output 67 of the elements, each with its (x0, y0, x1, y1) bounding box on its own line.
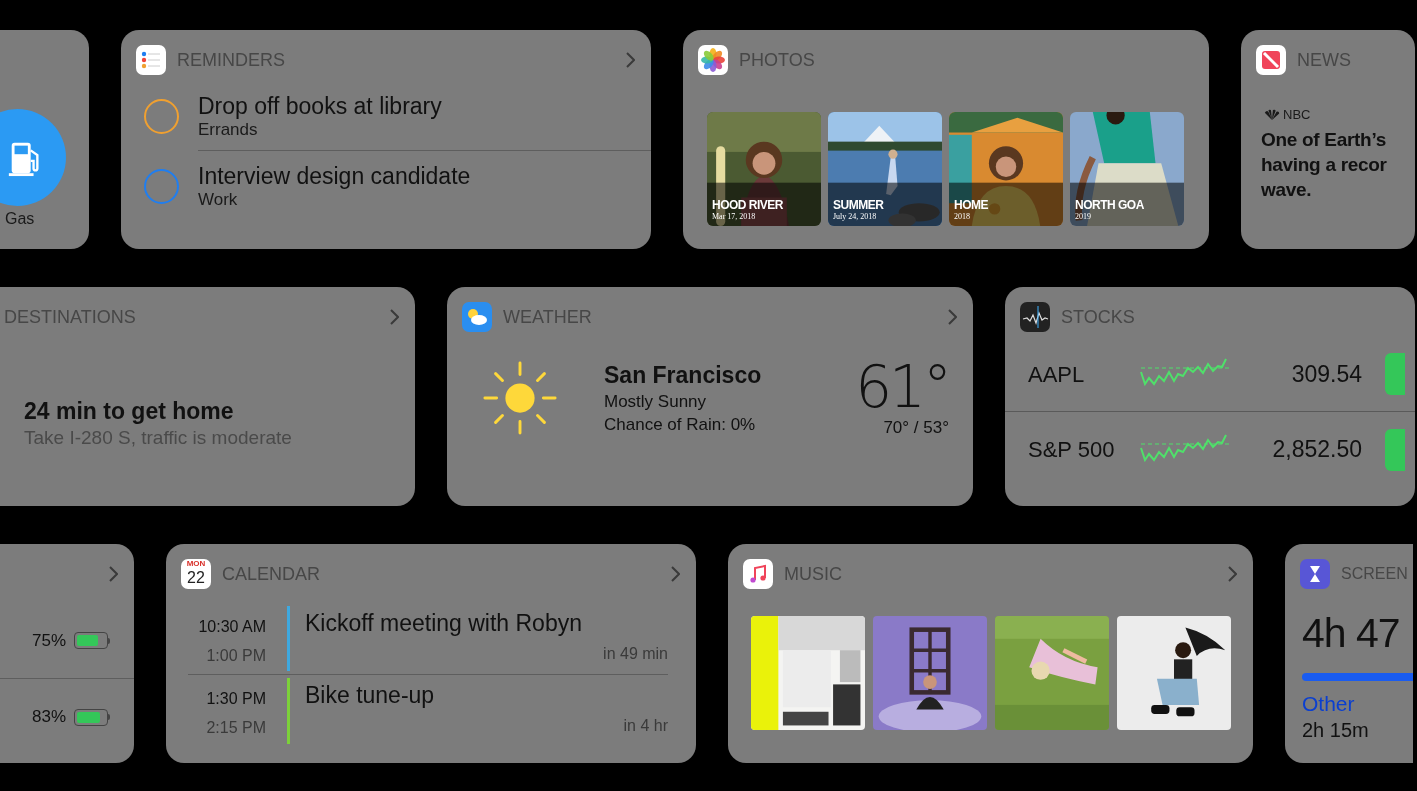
photo-tile[interactable]: SUMMER July 24, 2018 (828, 112, 942, 226)
event-relative-time: in 49 min (603, 644, 668, 664)
reminder-checkbox[interactable] (144, 168, 179, 204)
photo-tile[interactable]: HOME 2018 (949, 112, 1063, 226)
chevron-icon (1227, 566, 1237, 582)
stock-price: 2,852.50 (1271, 435, 1362, 465)
stock-price: 309.54 (1290, 359, 1362, 389)
news-headline: wave. (1261, 177, 1313, 202)
reminder-checkbox[interactable] (144, 98, 179, 134)
event-end-time: 1:00 PM (206, 646, 266, 666)
calendar-icon-day: MON (186, 559, 206, 568)
peacock-icon (1263, 109, 1281, 121)
battery-percent: 83% (31, 706, 66, 729)
chevron-icon (625, 52, 635, 68)
chevron-icon (670, 566, 680, 582)
stocks-app-icon (1020, 302, 1050, 332)
photos-app-icon (698, 45, 728, 75)
photo-caption: HOOD RIVER (712, 198, 783, 212)
battery-icon (74, 632, 108, 649)
category-label: Other (1302, 691, 1356, 717)
photo-date: July 24, 2018 (833, 212, 878, 222)
calendar-icon-date: 22 (187, 568, 205, 587)
music-app-icon (743, 559, 773, 589)
photo-caption: NORTH GOA (1075, 198, 1144, 212)
event-end-time: 2:15 PM (206, 718, 266, 738)
event-title: Bike tune-up (305, 681, 436, 710)
photo-tile[interactable]: NORTH GOA 2019 (1070, 112, 1184, 226)
temperature: 61° (855, 357, 949, 417)
hourglass-app-icon (1300, 559, 1330, 589)
stock-symbol: S&P 500 (1027, 436, 1116, 464)
battery-percent: 75% (31, 629, 66, 652)
photo-date: 2019 (1075, 212, 1092, 222)
rain-chance: Chance of Rain: 0% (604, 414, 757, 436)
photo-caption: SUMMER (833, 198, 884, 212)
event-title: Kickoff meeting with Robyn (305, 609, 583, 638)
category-time: 2h 15m (1302, 718, 1370, 743)
news-app-icon (1256, 45, 1286, 75)
screen-time-total: 4h 47 (1302, 609, 1401, 658)
photo-date: Mar 17, 2018 (712, 212, 757, 222)
battery-icon (74, 708, 108, 726)
photo-caption: HOME (954, 198, 988, 212)
reminder-list: Work (198, 190, 651, 210)
chevron-icon (389, 309, 399, 325)
stock-symbol: AAPL (1027, 360, 1086, 389)
photo-tile[interactable]: HOOD RIVER Mar 17, 2018 (707, 112, 821, 226)
eta-text: 24 min to get home (24, 397, 235, 425)
news-source: NBC (1283, 106, 1311, 124)
chevron-icon (108, 566, 118, 582)
event-start-time: 10:30 AM (198, 617, 266, 637)
sun-icon (481, 359, 559, 437)
news-headline: One of Earth’s (1261, 127, 1387, 152)
reminders-app-icon (136, 45, 166, 75)
temperature-range: 70° / 53° (883, 417, 949, 439)
shortcut-label: Gas (5, 209, 35, 229)
reminder-title: Interview design candidate (198, 162, 472, 190)
weather-condition: Mostly Sunny (604, 391, 708, 413)
change-badge (1385, 353, 1405, 395)
chevron-icon (947, 309, 957, 325)
change-badge (1385, 428, 1405, 471)
event-start-time: 1:30 PM (206, 689, 266, 709)
news-headline: having a recor (1261, 152, 1388, 177)
weather-app-icon (462, 302, 492, 332)
city-name: San Francisco (604, 361, 763, 390)
reminder-list: Errands (198, 119, 651, 140)
reminder-title: Drop off books at library (198, 91, 443, 120)
event-relative-time: in 4 hr (623, 716, 668, 736)
photo-date: 2018 (954, 212, 971, 222)
